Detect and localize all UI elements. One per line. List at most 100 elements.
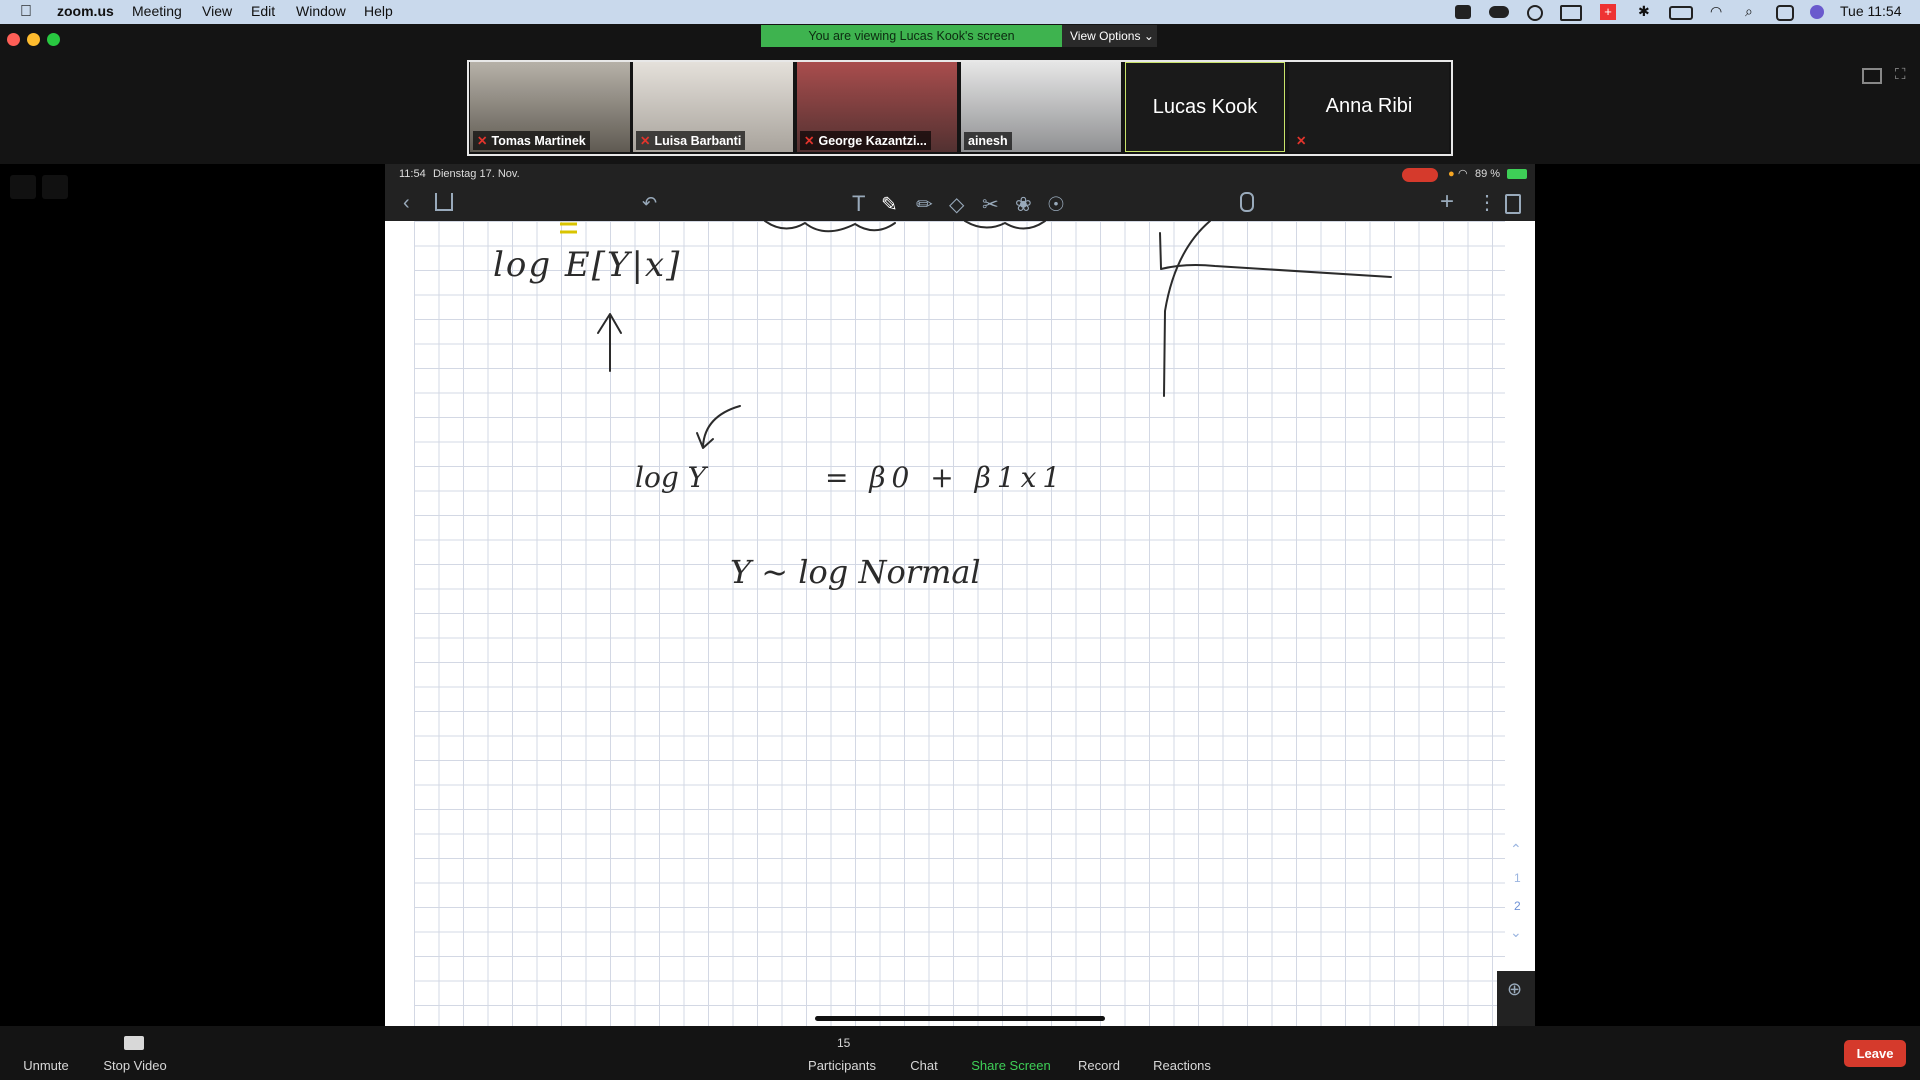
participant-name-text: George Kazantzi...	[818, 134, 927, 148]
chevron-down-icon: ⌄	[1143, 29, 1154, 43]
participant-name: ainesh	[964, 132, 1012, 150]
swiss-flag-icon[interactable]: +	[1600, 4, 1616, 20]
participant-tile-3[interactable]: ✕ George Kazantzi...	[797, 62, 957, 152]
menubar-clock[interactable]: Tue 11:54	[1840, 3, 1902, 19]
ipad-status-bar: 11:54 Dienstag 17. Nov. ● ◠ 89 %	[385, 164, 1535, 186]
menu-meeting[interactable]: Meeting	[132, 3, 182, 19]
plot-axis-vertical	[1163, 221, 1211, 397]
notes-canvas[interactable]: log E[Y|x] log Y = β0 + β1x1 Y ~ log Nor…	[385, 221, 1535, 1026]
handwriting-layer	[560, 221, 1392, 449]
stop-video-button[interactable]: Stop Video	[100, 1036, 170, 1073]
zoom-window-button[interactable]	[47, 33, 60, 46]
zoom-in-icon[interactable]: ⊕	[1507, 979, 1522, 1000]
participant-name-text: Tomas Martinek	[491, 134, 586, 148]
menu-edit[interactable]: Edit	[251, 3, 275, 19]
muted-indicator: ✕	[1292, 131, 1314, 150]
back-chevron-icon[interactable]: ‹	[403, 192, 410, 215]
play-icon[interactable]	[1527, 5, 1543, 21]
more-options-icon[interactable]: ⋮	[1477, 190, 1497, 215]
unmute-label: Unmute	[23, 1058, 69, 1073]
close-window-button[interactable]	[7, 33, 20, 46]
notes-toolbar: ‹ ↶ T ✎ ✏ ◇ ✂ ❀ ☉ + ⋮	[385, 186, 1535, 221]
participants-count: 15	[837, 1036, 851, 1050]
eraser-icon[interactable]: ◇	[949, 192, 964, 217]
side-dark-control[interactable]	[10, 175, 36, 199]
lasso-icon[interactable]: ✂	[982, 192, 999, 217]
recording-indicator-icon	[1402, 168, 1438, 182]
add-page-icon[interactable]: +	[1440, 188, 1454, 216]
minimize-window-button[interactable]	[27, 33, 40, 46]
share-screen-button[interactable]: Share Screen	[970, 1058, 1052, 1073]
menu-view[interactable]: View	[202, 3, 232, 19]
ipad-battery-percent: 89 %	[1475, 168, 1501, 180]
note-lognormal: Y ~ log Normal	[730, 553, 981, 591]
video-camera-icon	[124, 1036, 144, 1050]
microphone-icon[interactable]	[1240, 192, 1254, 212]
highlighter-icon[interactable]: ✏	[916, 192, 933, 217]
page-view-icon[interactable]	[1505, 194, 1521, 214]
text-tool-icon[interactable]: T	[852, 191, 865, 217]
reactions-label: Reactions	[1153, 1058, 1211, 1073]
image-tool-icon[interactable]: ❀	[1015, 192, 1032, 217]
battery-icon[interactable]	[1669, 6, 1693, 20]
ipad-wifi-icon: ◠	[1458, 168, 1468, 180]
ipad-time: 11:54	[399, 168, 426, 180]
participant-tile-1[interactable]: ✕ Tomas Martinek	[470, 62, 630, 152]
muted-mic-icon: ✕	[477, 134, 488, 148]
meeting-controls-bar	[0, 1026, 1920, 1080]
unmute-button[interactable]: Unmute	[22, 1058, 70, 1073]
wifi-icon[interactable]: ◠	[1710, 3, 1722, 20]
participant-tile-4[interactable]: ainesh	[961, 62, 1121, 152]
siri-icon[interactable]	[1810, 5, 1824, 19]
down-arrow	[696, 405, 741, 449]
participant-tile-5[interactable]: Lucas Kook	[1125, 62, 1285, 152]
record-label: Record	[1078, 1058, 1120, 1073]
participants-button[interactable]: 15 Participants	[806, 1036, 878, 1073]
bluetooth-icon[interactable]: ✱	[1638, 3, 1650, 20]
participant-name-large: Anna Ribi	[1325, 95, 1413, 117]
plot-axis-tick	[1159, 232, 1162, 269]
leave-button[interactable]: Leave	[1844, 1040, 1906, 1067]
page-down-icon[interactable]: ⌄	[1510, 924, 1522, 941]
undo-icon[interactable]: ↶	[642, 193, 657, 214]
ipad-date: Dienstag 17. Nov.	[433, 168, 520, 180]
cloud-icon[interactable]	[1489, 6, 1509, 18]
ipad-battery-icon	[1507, 169, 1527, 179]
control-center-icon[interactable]	[1776, 5, 1794, 21]
participant-tile-2[interactable]: ✕ Luisa Barbanti	[633, 62, 793, 152]
home-indicator[interactable]	[815, 1016, 1105, 1021]
viewing-screen-banner: You are viewing Lucas Kook's screen	[761, 25, 1062, 47]
note-log-y: log Y	[635, 461, 707, 494]
page-number-2: 2	[1514, 899, 1521, 913]
laser-icon[interactable]: ☉	[1047, 192, 1065, 217]
fullscreen-icon[interactable]: ⛶	[1895, 66, 1906, 83]
chat-button[interactable]: Chat	[906, 1058, 942, 1073]
zoom-status-icon[interactable]	[1455, 5, 1471, 19]
participant-name-text: Luisa Barbanti	[654, 134, 742, 148]
menu-window[interactable]: Window	[296, 3, 346, 19]
record-button[interactable]: Record	[1076, 1058, 1122, 1073]
participant-tile-6[interactable]: Anna Ribi ✕	[1289, 62, 1449, 152]
apple-icon[interactable]: 	[20, 3, 32, 21]
pen-tool-icon[interactable]: ✎	[881, 192, 898, 217]
memory-icon[interactable]	[1560, 5, 1582, 21]
reactions-button[interactable]: Reactions	[1151, 1058, 1213, 1073]
share-icon[interactable]	[435, 193, 453, 211]
zoom-panel: ⊕	[1497, 971, 1535, 1026]
muted-mic-icon: ✕	[640, 134, 651, 148]
view-options-button[interactable]: View Options ⌄	[1062, 25, 1157, 47]
orange-dot-icon: ●	[1448, 168, 1455, 180]
side-dark-control[interactable]	[42, 175, 68, 199]
gallery-layout-icon[interactable]	[1862, 68, 1882, 84]
page-number-1: 1	[1514, 871, 1521, 885]
plot-axis-horizontal	[1160, 264, 1392, 278]
participant-name-large: Lucas Kook	[1152, 96, 1258, 118]
page-up-icon[interactable]: ⌃	[1510, 841, 1522, 858]
participant-name: ✕ George Kazantzi...	[800, 131, 931, 150]
search-icon[interactable]: ⌕	[1745, 3, 1753, 20]
menu-help[interactable]: Help	[364, 3, 393, 19]
menu-app-name[interactable]: zoom.us	[57, 3, 114, 19]
mac-menubar:  zoom.us Meeting View Edit Window Help …	[0, 0, 1920, 24]
chat-label: Chat	[910, 1058, 938, 1073]
note-linear-predictor: = β0 + β1x1	[825, 461, 1067, 494]
